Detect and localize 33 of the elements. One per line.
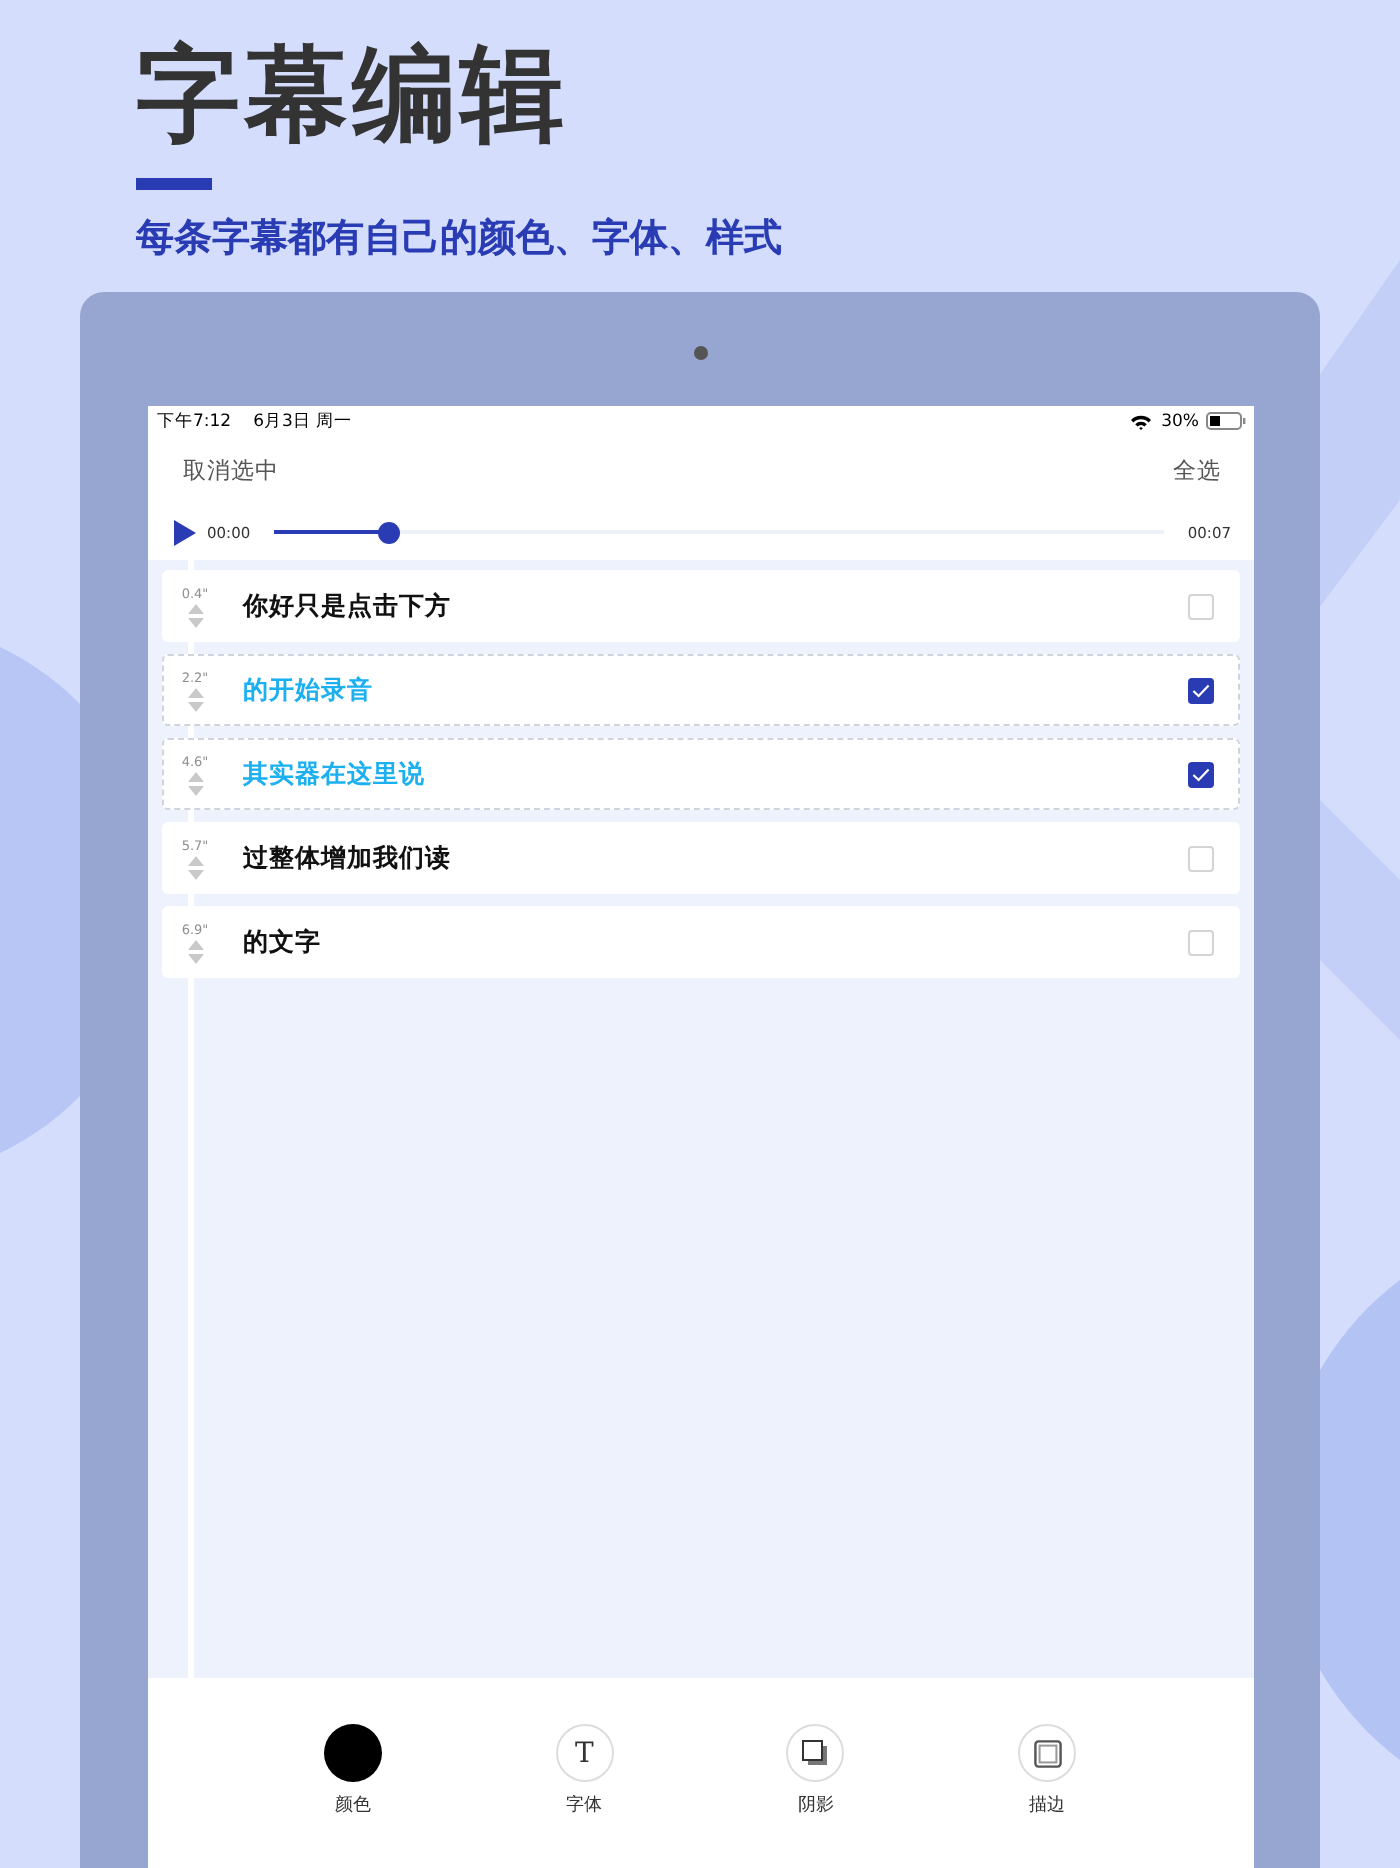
subtitle-text: 其实器在这里说 — [243, 757, 427, 791]
toolbar-button[interactable]: 颜色 — [323, 1724, 382, 1818]
wifi-icon — [1129, 413, 1152, 429]
shadow-icon — [802, 1740, 829, 1766]
status-time: 下午7:12 — [157, 409, 232, 433]
progress-slider[interactable] — [274, 521, 1164, 543]
stroke-icon — [1033, 1739, 1062, 1767]
subtitle: 每条字幕都有自己的颜色、字体、样式 — [136, 214, 784, 262]
deselect-button[interactable]: 取消选中 — [183, 455, 279, 485]
up-down-arrows-icon — [187, 939, 203, 963]
camera-dot — [693, 346, 707, 360]
subtitle-text: 的文字 — [243, 925, 323, 959]
subtitle-text: 你好只是点击下方 — [243, 589, 453, 623]
checkmark-icon — [1191, 767, 1209, 781]
battery-percent: 30% — [1161, 411, 1199, 431]
up-down-arrows-icon — [187, 687, 203, 711]
font-glyph: T — [574, 1739, 594, 1767]
play-icon — [173, 519, 195, 545]
accent-bar — [136, 178, 212, 190]
headline: 字幕编辑 — [136, 36, 570, 156]
up-down-arrows-icon — [187, 855, 203, 879]
subtitle-text: 过整体增加我们读 — [243, 841, 453, 875]
checkmark-icon — [1191, 683, 1209, 697]
up-down-arrows-icon — [187, 603, 203, 627]
checkbox[interactable] — [1187, 761, 1213, 787]
checkbox[interactable] — [1187, 677, 1213, 703]
subtitle-text: 的开始录音 — [243, 673, 375, 707]
status-date: 6月3日 周一 — [253, 409, 353, 433]
select-all-button[interactable]: 全选 — [1173, 455, 1221, 485]
play-button[interactable] — [173, 519, 195, 545]
slider-thumb[interactable] — [378, 521, 401, 543]
up-down-arrows-icon — [187, 771, 203, 795]
battery-icon — [1205, 412, 1245, 430]
